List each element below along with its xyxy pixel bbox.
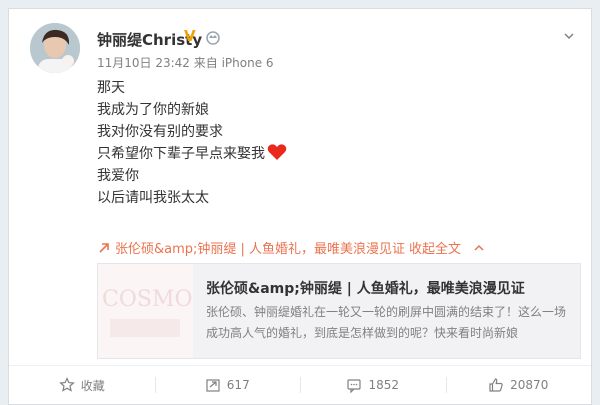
post-line-with-heart: 只希望你下辈子早点来娶我 bbox=[97, 143, 557, 165]
comment-button[interactable]: 1852 bbox=[300, 366, 446, 404]
crown-icon bbox=[205, 29, 221, 45]
collapse-full-text-link[interactable]: 收起全文 bbox=[409, 238, 461, 257]
action-bar: 收藏 617 1852 20870 bbox=[9, 365, 591, 404]
article-link[interactable]: 张伦硕&amp;钟丽缇 | 人鱼婚礼，最唯美浪漫见证 bbox=[115, 238, 405, 257]
star-icon bbox=[58, 377, 75, 392]
post-line: 我对你没有别的要求 bbox=[97, 124, 223, 140]
thumbnail-text: COSMO bbox=[102, 287, 193, 312]
heart-emoji-icon bbox=[267, 143, 287, 161]
like-count: 20870 bbox=[510, 378, 549, 392]
repost-button[interactable]: 617 bbox=[154, 366, 301, 404]
repost-count: 617 bbox=[226, 378, 250, 392]
article-title[interactable]: 张伦硕&amp;钟丽缇 | 人鱼婚礼，最唯美浪漫见证 bbox=[206, 278, 525, 298]
post-line: 我爱你 bbox=[97, 168, 139, 184]
article-thumbnail: COSMO bbox=[98, 264, 193, 358]
comment-icon bbox=[347, 379, 362, 393]
favorite-button[interactable]: 收藏 bbox=[9, 366, 155, 404]
comment-count: 1852 bbox=[368, 378, 400, 392]
post-line: 我成为了你的新娘 bbox=[97, 102, 209, 118]
post-text: 那天 我成为了你的新娘 我对你没有别的要求 只希望你下辈子早点来娶我 我爱你 以… bbox=[97, 77, 557, 209]
link-icon bbox=[99, 242, 109, 253]
article-description-line: 张伦硕、钟丽缇婚礼在一轮又一轮的刷屏中圆满的结束了！这么一场 bbox=[206, 305, 567, 319]
weibo-post-card: 钟丽缇Christy V 11月10日 23:42 来自 iPhone 6 那天… bbox=[8, 8, 592, 405]
author-avatar[interactable] bbox=[30, 23, 80, 73]
chevron-up-icon[interactable] bbox=[473, 242, 485, 254]
post-line: 只希望你下辈子早点来娶我 bbox=[97, 146, 265, 162]
verified-icon: V bbox=[184, 27, 196, 45]
thumbs-up-icon bbox=[489, 378, 503, 392]
repost-icon bbox=[206, 379, 220, 392]
article-description: 张伦硕、钟丽缇婚礼在一轮又一轮的刷屏中圆满的结束了！这么一场 成功高人气的婚礼，… bbox=[206, 302, 566, 344]
chevron-down-icon[interactable] bbox=[563, 27, 575, 40]
post-line: 以后请叫我张太太 bbox=[97, 190, 209, 206]
post-meta: 11月10日 23:42 来自 iPhone 6 bbox=[97, 56, 274, 70]
like-button[interactable]: 20870 bbox=[445, 366, 592, 404]
article-link-row[interactable]: 张伦硕&amp;钟丽缇 | 人鱼婚礼，最唯美浪漫见证 收起全文 bbox=[97, 238, 485, 257]
article-preview-card[interactable]: COSMO 张伦硕&amp;钟丽缇 | 人鱼婚礼，最唯美浪漫见证 张伦硕、钟丽缇… bbox=[97, 263, 581, 359]
favorite-label: 收藏 bbox=[80, 378, 105, 393]
article-description-line: 成功高人气的婚礼，到底是怎样做到的呢？快来看时尚新娘 bbox=[206, 326, 519, 340]
post-line: 那天 bbox=[97, 80, 125, 96]
